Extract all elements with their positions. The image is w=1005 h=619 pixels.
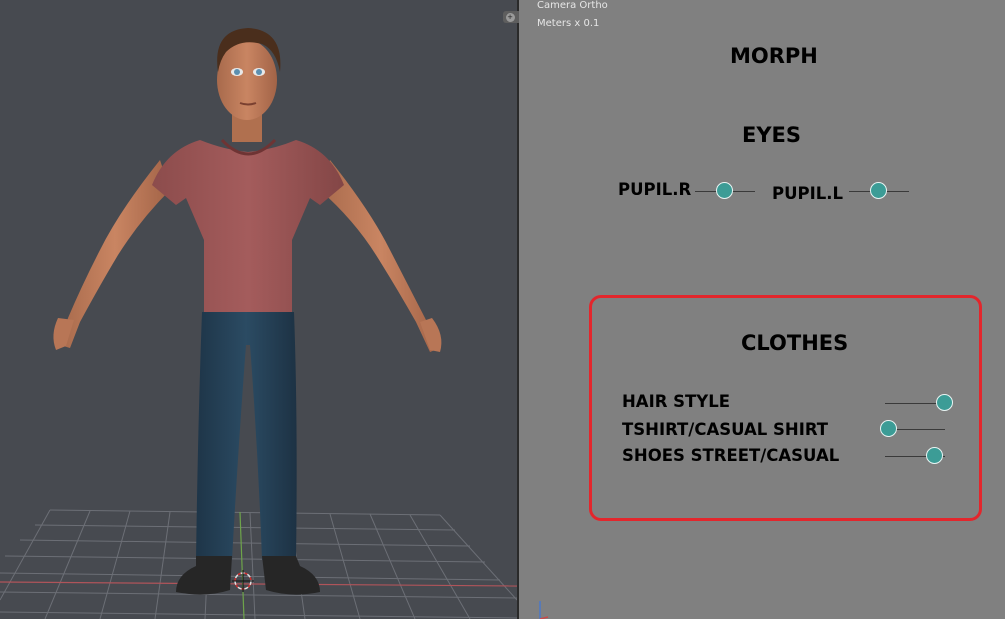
move-view-icon[interactable]: + — [505, 12, 515, 22]
pupil-r-label: PUPIL.R — [618, 180, 692, 199]
shoes-street-casual-label: SHOES STREET/CASUAL — [622, 446, 840, 465]
camera-mode-label: Camera Ortho — [537, 0, 608, 11]
pupil-r-slider[interactable] — [695, 182, 755, 202]
y-axis-line — [239, 511, 245, 619]
units-scale-label: Meters x 0.1 — [537, 18, 600, 29]
pupil-r-knob[interactable] — [716, 182, 733, 199]
morph-title: MORPH — [730, 44, 818, 68]
x-axis-line — [0, 581, 517, 587]
pupil-l-label: PUPIL.L — [772, 184, 844, 203]
shoes-street-casual-knob[interactable] — [925, 447, 943, 464]
shoes-street-casual-slider[interactable] — [885, 447, 945, 467]
character-model — [53, 28, 442, 595]
tshirt-casual-shirt-knob[interactable] — [880, 420, 897, 437]
hair-style-slider[interactable] — [885, 394, 953, 414]
clothes-heading: CLOTHES — [741, 331, 849, 355]
floor-grid — [0, 509, 517, 619]
pupil-l-slider[interactable] — [849, 182, 909, 202]
viewport-scene — [0, 28, 517, 619]
eyes-heading: EYES — [742, 123, 802, 147]
axis-gizmo-icon — [539, 601, 549, 619]
tshirt-casual-shirt-label: TSHIRT/CASUAL SHIRT — [622, 420, 829, 439]
pupil-l-knob[interactable] — [870, 182, 887, 199]
tshirt-casual-shirt-track — [889, 429, 945, 430]
3d-cursor-icon — [232, 570, 254, 592]
blender-window: + + Camera Ortho Meters x 0.1 MORPH EYES… — [0, 0, 1005, 619]
morph-panel: Camera Ortho Meters x 0.1 MORPH EYES PUP… — [519, 0, 1005, 619]
hair-style-label: HAIR STYLE — [622, 392, 731, 411]
hair-style-knob[interactable] — [936, 394, 953, 411]
3d-viewport[interactable] — [0, 0, 517, 619]
tshirt-casual-shirt-slider[interactable] — [880, 420, 945, 440]
